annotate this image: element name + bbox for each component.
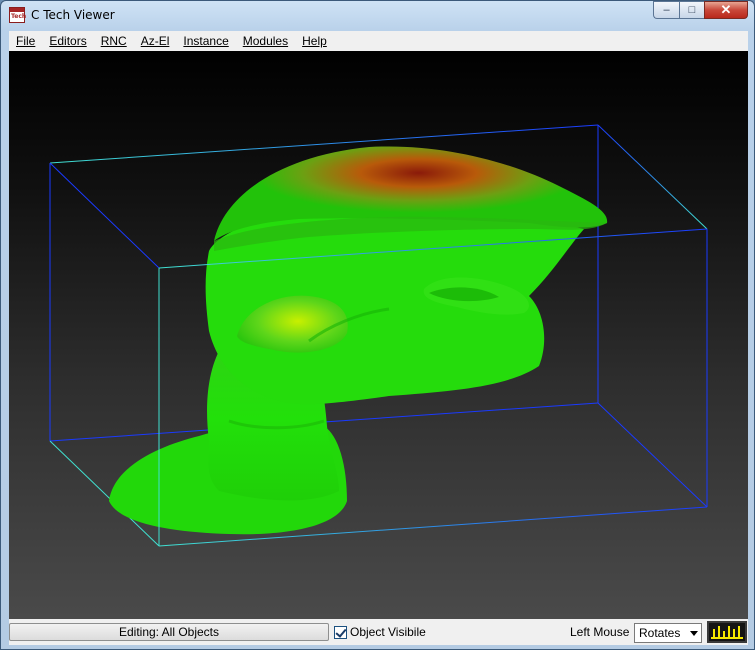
object-visible-checkbox[interactable] [334,625,347,639]
app-window: Tech C Tech Viewer – □ ✕ File Editors RN… [0,0,755,650]
chevron-down-icon [690,631,698,636]
object-visible-toggle[interactable]: Object Visibile [334,625,426,639]
audio-meter-icon[interactable] [707,621,747,643]
status-bar: Editing: All Objects Object Visibile Lef… [9,619,748,645]
menu-editors[interactable]: Editors [42,31,93,51]
window-title: C Tech Viewer [31,8,115,22]
menu-file[interactable]: File [9,31,42,51]
minimize-button[interactable]: – [653,1,679,19]
title-bar[interactable]: Tech C Tech Viewer – □ ✕ [1,1,754,31]
scene-svg[interactable] [9,51,748,619]
editing-objects-button[interactable]: Editing: All Objects [9,623,329,641]
caption-buttons: – □ ✕ [653,1,748,21]
maximize-button[interactable]: □ [679,1,704,19]
left-mouse-value: Rotates [639,626,681,640]
menu-az-el[interactable]: Az-El [134,31,177,51]
menu-bar: File Editors RNC Az-El Instance Modules … [9,31,748,51]
left-mouse-label: Left Mouse [570,625,630,639]
menu-rnc[interactable]: RNC [94,31,134,51]
object-visible-label: Object Visibile [350,625,426,639]
left-mouse-select[interactable]: Rotates [634,623,702,643]
menu-help[interactable]: Help [295,31,334,51]
close-button[interactable]: ✕ [704,1,748,19]
3d-viewport[interactable] [9,51,748,619]
isosurface-model[interactable] [109,146,608,535]
ctech-app-icon[interactable]: Tech [9,7,26,23]
menu-modules[interactable]: Modules [236,31,295,51]
menu-instance[interactable]: Instance [176,31,235,51]
